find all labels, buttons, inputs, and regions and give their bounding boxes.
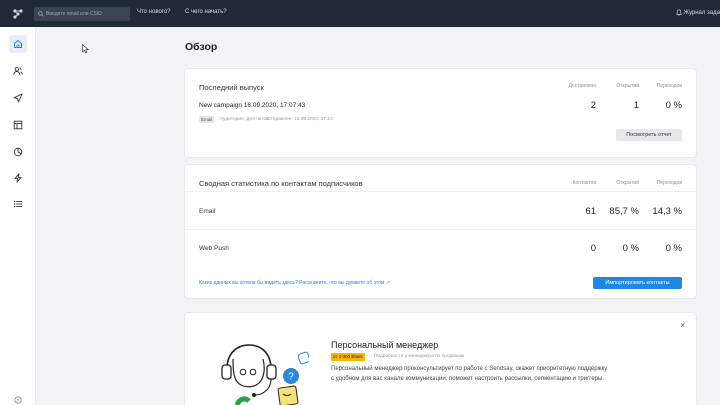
start-link[interactable]: С чего начать?	[185, 9, 227, 15]
sent-info: Отправлен: 16.09.2020, 17:13	[267, 117, 333, 122]
campaign-name-link[interactable]: New campaign 16.09.2020, 17:07:43	[199, 102, 305, 109]
sidebar-item-automation[interactable]	[9, 169, 27, 187]
bell-icon	[675, 9, 682, 16]
row-webpush-label: Web Push	[199, 245, 229, 252]
price-badge: от 2 000 ₽/мес	[331, 353, 366, 361]
row-email-contacts: 61	[585, 206, 596, 217]
row-webpush-opened: 0 %	[622, 243, 639, 254]
close-icon[interactable]: ×	[680, 321, 685, 330]
search-icon	[38, 11, 44, 17]
help-icon: ?	[14, 396, 22, 404]
list-icon	[13, 200, 22, 208]
templates-icon	[13, 120, 23, 130]
sidebar: ?	[0, 27, 36, 405]
sidebar-item-contacts[interactable]	[9, 62, 27, 80]
row-email-clicks: 14,3 %	[652, 206, 682, 217]
top-bar: Что нового? С чего начать? Журнал зада	[0, 0, 720, 27]
whats-new-link[interactable]: Что нового?	[137, 9, 171, 15]
opened-value: 1	[633, 100, 639, 111]
page-title: Обзор	[185, 41, 218, 53]
svg-text:?: ?	[17, 398, 20, 404]
col-opened-header: Открытий	[616, 83, 639, 89]
automation-icon	[14, 173, 22, 183]
sidebar-item-stats[interactable]	[9, 143, 27, 161]
stats-icon	[13, 147, 23, 157]
row-webpush-clicks: 0 %	[665, 243, 682, 254]
manager-title: Персональный менеджер	[331, 340, 439, 350]
divider	[185, 229, 696, 230]
manager-illustration: ?	[221, 344, 309, 405]
mouse-cursor-icon	[82, 44, 89, 54]
col-contacts-header: Контактов	[572, 180, 596, 186]
audience-info: Аудитория: Для чатов	[220, 117, 269, 122]
search-input[interactable]	[46, 11, 126, 17]
last-issue-card: Последний выпуск Доставлено Открытий Пер…	[185, 69, 696, 157]
send-icon	[13, 93, 23, 103]
col-summary-opened-header: Открытий	[616, 180, 639, 186]
row-email-opened: 85,7 %	[609, 206, 639, 217]
sendsay-logo-icon[interactable]	[0, 0, 36, 27]
summary-title: Сводная статистика по контактам подписчи…	[199, 179, 363, 188]
manager-details: Подробности у менеджера по продажам	[374, 354, 465, 359]
sidebar-item-templates[interactable]	[9, 116, 27, 134]
search-box[interactable]	[34, 7, 130, 21]
personal-manager-card: × ? Персональный менеджер от 2 000 ₽/мес…	[185, 313, 696, 405]
channel-badge: Email	[199, 116, 215, 123]
last-issue-title: Последний выпуск	[199, 83, 264, 92]
svg-text:?: ?	[288, 372, 294, 383]
sidebar-item-lists[interactable]	[9, 195, 27, 213]
import-contacts-button[interactable]: Импортировать контакты	[593, 277, 682, 289]
manager-description: Персональный менеджер проконсультирует п…	[331, 366, 608, 382]
delivered-value: 2	[590, 100, 596, 111]
contacts-icon	[13, 67, 23, 75]
summary-stats-card: Сводная статистика по контактам подписчи…	[185, 165, 696, 298]
divider	[185, 191, 696, 192]
row-email-label: Email	[199, 208, 216, 215]
sidebar-item-campaigns[interactable]	[9, 89, 27, 107]
sidebar-item-home[interactable]	[9, 35, 27, 53]
row-webpush-contacts: 0	[590, 243, 596, 254]
task-journal-label: Журнал зада	[683, 9, 720, 16]
view-report-button[interactable]: Посмотреть отчет	[616, 129, 682, 141]
col-summary-clicks-header: Переходов	[656, 180, 682, 186]
col-clicks-header: Переходов	[656, 83, 682, 89]
sidebar-item-help[interactable]: ?	[9, 391, 27, 405]
home-icon	[14, 39, 22, 48]
col-delivered-header: Доставлено	[568, 83, 596, 89]
task-journal-link[interactable]: Журнал зада	[675, 9, 720, 16]
clicks-value: 0 %	[665, 100, 682, 111]
feedback-link[interactable]: Каких данных вы хотели бы видеть здесь? …	[199, 280, 390, 286]
